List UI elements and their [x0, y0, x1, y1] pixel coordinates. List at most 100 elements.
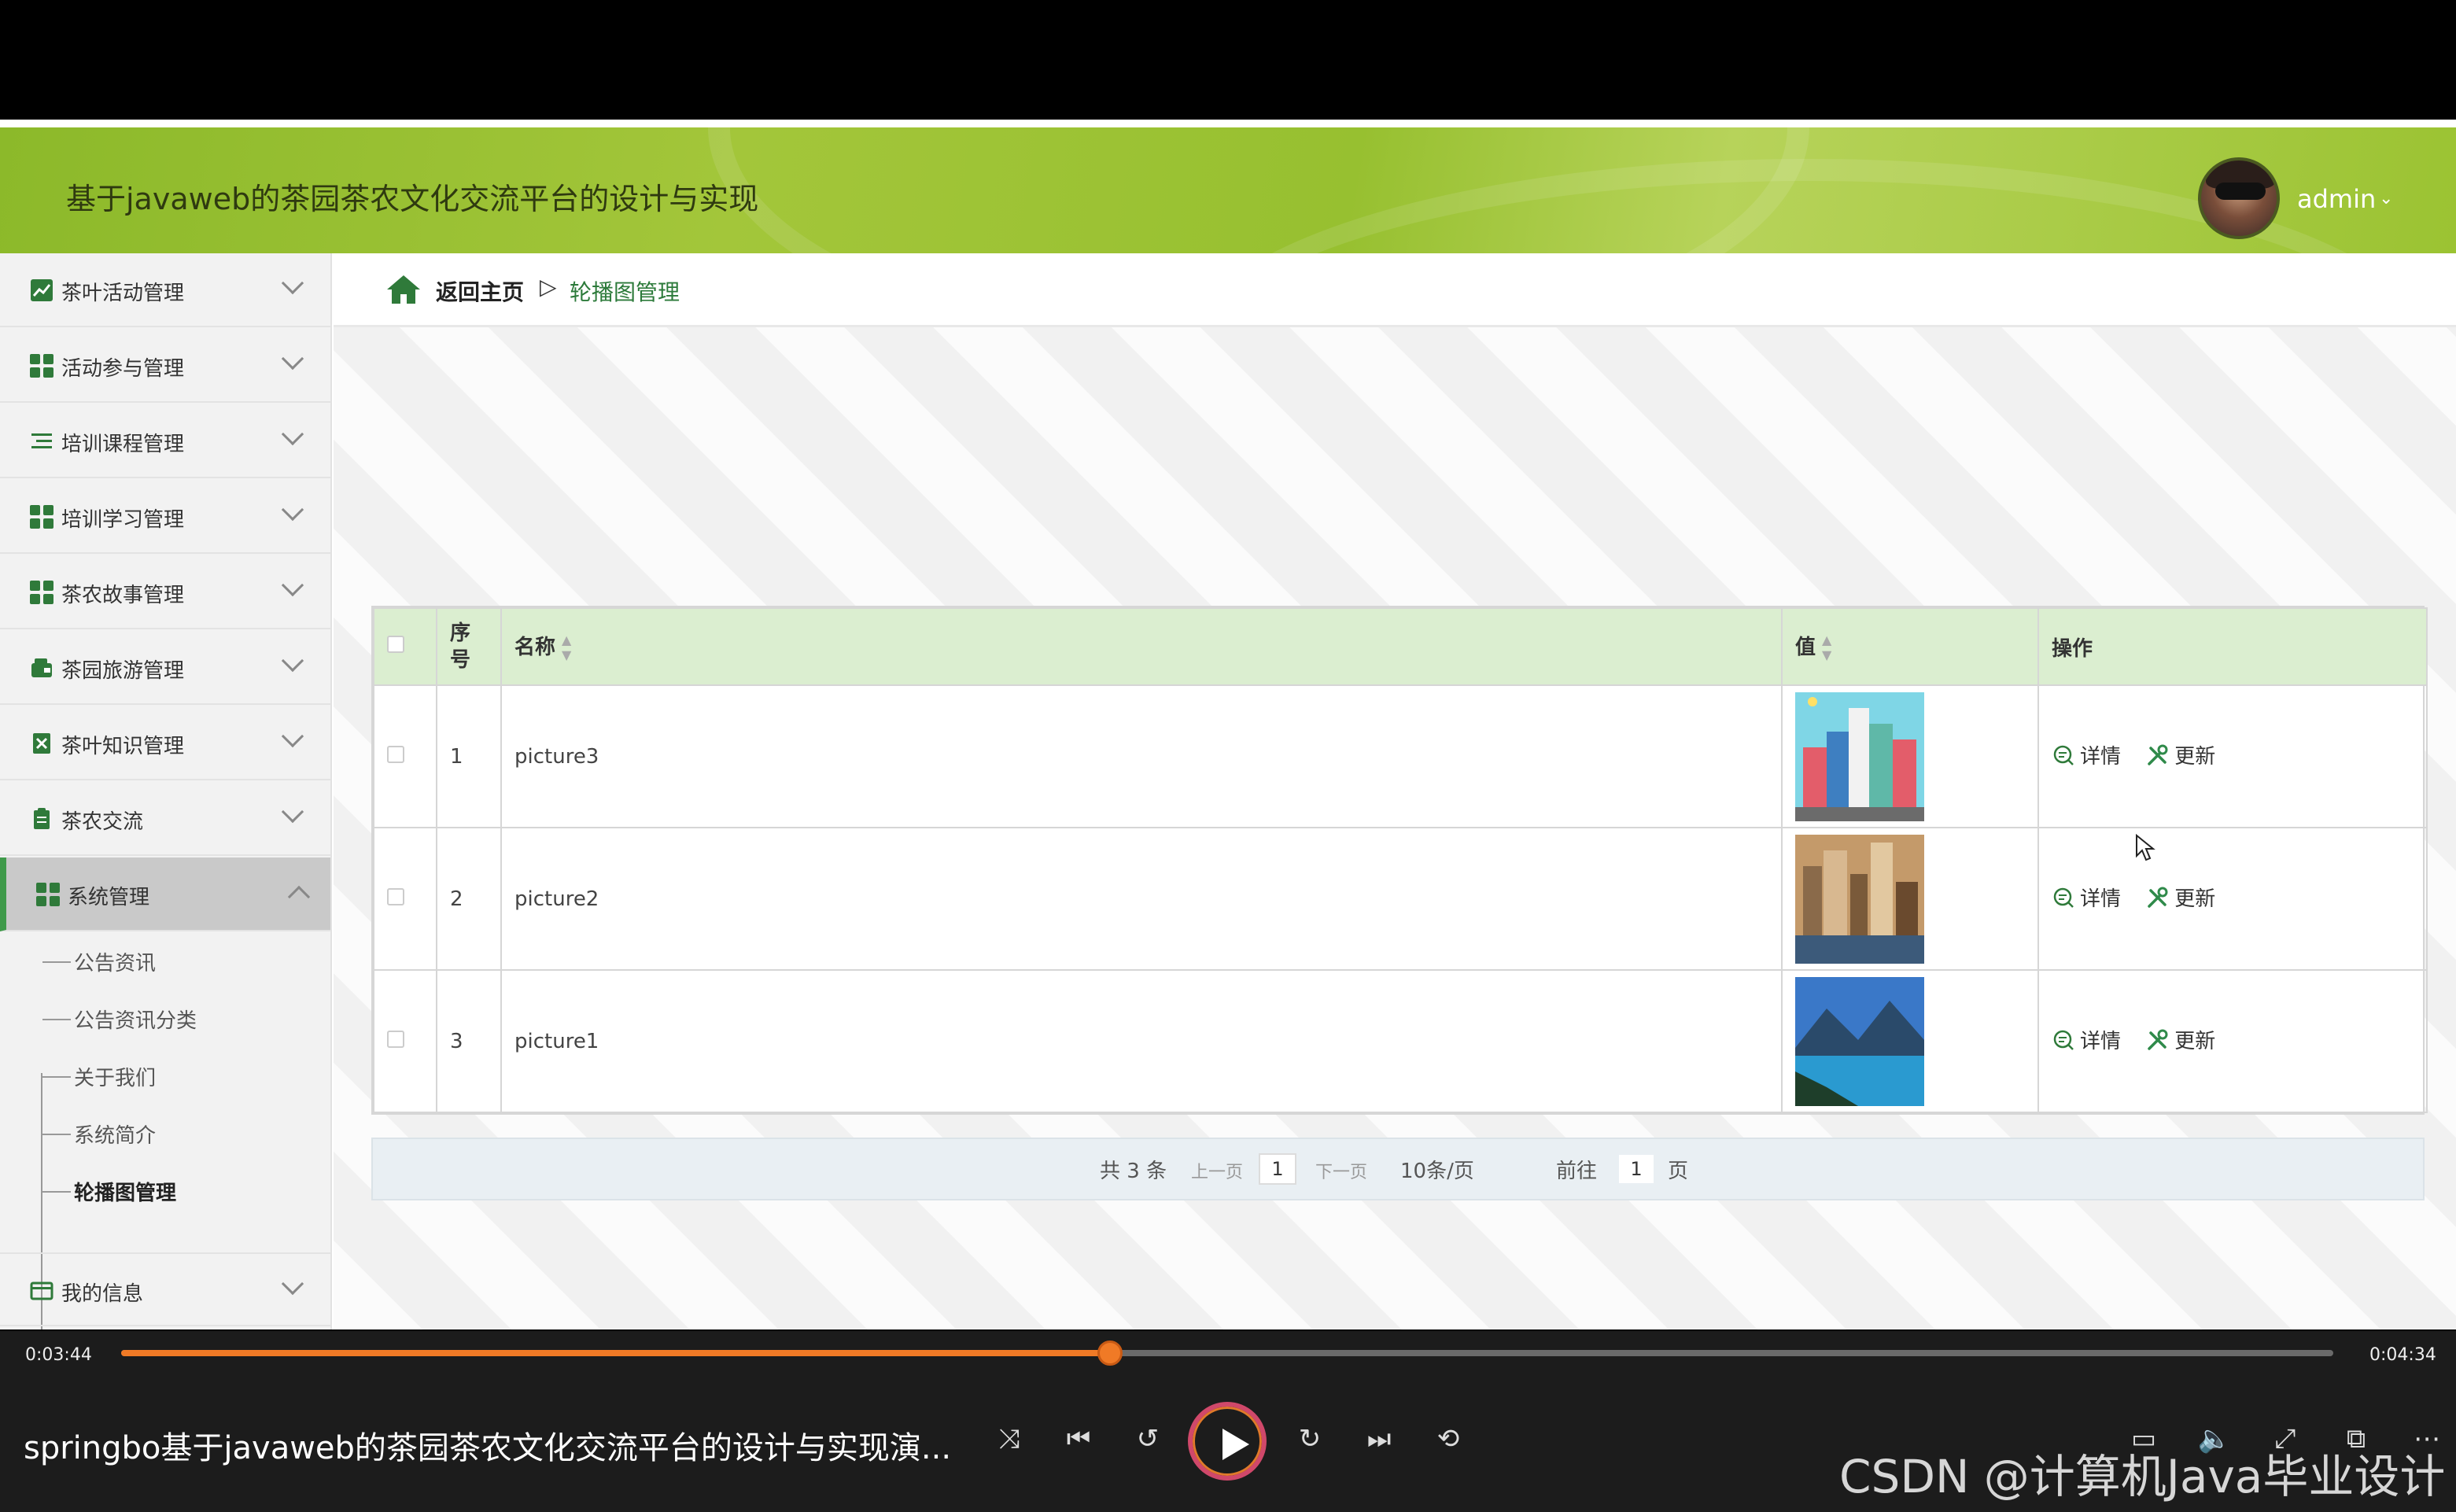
submenu-item-announcements[interactable]: 公告资讯: [42, 946, 326, 977]
sidebar-item-label: 茶叶知识管理: [61, 735, 185, 758]
chevron-down-icon: [281, 1272, 304, 1296]
update-button[interactable]: 更新: [2146, 883, 2215, 912]
sort-icon[interactable]: ▲ ▼: [1822, 632, 1831, 662]
sidebar-item-tea-tourism[interactable]: 茶园旅游管理: [0, 631, 330, 705]
table-header-row: 序号 名称 ▲ ▼ 值 ▲ ▼ 操作: [373, 607, 2428, 686]
video-player-controls: 0:03:44 0:04:34 springbo基于javaweb的茶园茶农文化…: [0, 1331, 2456, 1512]
city-skyline-photo[interactable]: [1795, 834, 1924, 964]
submenu-item-announcement-category[interactable]: 公告资讯分类: [42, 1003, 326, 1034]
card-icon: [30, 1279, 53, 1303]
grid-icon: [30, 354, 53, 378]
mountain-lake-photo[interactable]: [1795, 976, 1924, 1106]
chevron-down-icon[interactable]: ⌄: [2379, 189, 2393, 208]
top-header: 基于javaweb的茶园茶农文化交流平台的设计与实现 admin ⌄: [0, 120, 2456, 552]
progress-knob[interactable]: [1097, 1341, 1123, 1366]
table-row: 3 picture1 详情 更新: [373, 969, 2428, 1113]
web-app: 基于javaweb的茶园茶农文化交流平台的设计与实现 admin ⌄ 茶叶活动管…: [0, 120, 2456, 1329]
previous-icon[interactable]: ⏮: [1059, 1419, 1098, 1459]
list-icon: [30, 430, 53, 453]
magnify-icon: [2053, 887, 2074, 908]
sidebar-item-farmer-story[interactable]: 茶农故事管理: [0, 555, 330, 629]
csdn-watermark: CSDN @计算机Java毕业设计: [1839, 1450, 2446, 1503]
sidebar-item-training-study[interactable]: 培训学习管理: [0, 480, 330, 554]
rewind-10-icon[interactable]: ↺: [1128, 1419, 1167, 1459]
chevron-up-icon: [287, 885, 311, 909]
play-button[interactable]: [1188, 1402, 1267, 1481]
carousel-table: 序号 名称 ▲ ▼ 值 ▲ ▼ 操作 1 picture3 详情 更新 2 pi…: [371, 606, 2428, 1115]
row-name: picture3: [500, 684, 1783, 828]
home-icon[interactable]: [385, 274, 422, 305]
wallet-icon: [30, 656, 53, 680]
clipboard-icon: [30, 807, 53, 831]
forward-30-icon[interactable]: ↻: [1290, 1419, 1329, 1459]
sidebar-item-label: 系统管理: [68, 886, 150, 909]
submenu-item-system-intro[interactable]: 系统简介: [42, 1118, 326, 1149]
sidebar-item-system-management[interactable]: 系统管理: [0, 857, 330, 931]
progress-fill: [121, 1350, 1110, 1356]
prev-page-button[interactable]: 上一页: [1191, 1158, 1243, 1183]
sidebar-item-farmer-exchange[interactable]: 茶农交流: [0, 782, 330, 856]
sort-icon[interactable]: ▲ ▼: [562, 632, 571, 662]
update-button[interactable]: 更新: [2146, 740, 2215, 769]
table-row: 2 picture2 详情 更新: [373, 827, 2428, 971]
shuffle-icon[interactable]: ⤨: [990, 1419, 1029, 1459]
submenu-item-about-us[interactable]: 关于我们: [42, 1060, 326, 1092]
column-header-value[interactable]: 值 ▲ ▼: [1781, 607, 2039, 686]
progress-track[interactable]: [121, 1341, 2333, 1366]
row-checkbox[interactable]: [387, 887, 404, 905]
breadcrumb-separator: ▷: [540, 274, 557, 300]
chevron-down-icon: [281, 800, 304, 824]
sidebar-item-label: 茶农交流: [61, 810, 144, 834]
submenu-item-label: 公告资讯分类: [74, 1009, 197, 1033]
next-page-button[interactable]: 下一页: [1315, 1158, 1367, 1183]
chart-icon: [30, 278, 53, 302]
row-checkbox[interactable]: [387, 745, 404, 763]
page-size-select[interactable]: 10条/页: [1400, 1155, 1474, 1184]
user-menu-label[interactable]: admin: [2297, 184, 2376, 214]
row-index: 3: [436, 969, 502, 1113]
pagination: 共 3 条 上一页 1 下一页 10条/页 前往 1 页: [371, 1138, 2425, 1200]
update-button-label: 更新: [2174, 1030, 2216, 1054]
sidebar-item-label: 培训课程管理: [61, 433, 185, 456]
chevron-down-icon: [281, 498, 304, 522]
sidebar-item-tea-knowledge[interactable]: 茶叶知识管理: [0, 706, 330, 780]
city-illustration-image[interactable]: [1795, 691, 1924, 821]
goto-label: 前往: [1556, 1160, 1598, 1183]
screen: 基于javaweb的茶园茶农文化交流平台的设计与实现 admin ⌄ 茶叶活动管…: [0, 0, 2456, 1512]
pagination-total: 共 3 条: [1100, 1160, 1167, 1183]
breadcrumb-home-link[interactable]: 返回主页: [436, 275, 524, 307]
submenu-item-carousel-management[interactable]: 轮播图管理: [42, 1175, 326, 1207]
detail-button-label: 详情: [2080, 745, 2122, 769]
update-button-label: 更新: [2174, 745, 2216, 769]
page-number-current[interactable]: 1: [1259, 1153, 1296, 1185]
wrench-icon: [2148, 744, 2168, 765]
total-time: 0:04:34: [2369, 1345, 2436, 1365]
column-header-name[interactable]: 名称 ▲ ▼: [500, 607, 1783, 686]
next-icon[interactable]: ⏭: [1359, 1419, 1399, 1459]
goto-suffix: 页: [1668, 1160, 1689, 1183]
sidebar-item-activity-join[interactable]: 活动参与管理: [0, 329, 330, 403]
grid-icon: [30, 505, 53, 529]
detail-button[interactable]: 详情: [2052, 1025, 2121, 1054]
update-button[interactable]: 更新: [2146, 1025, 2215, 1054]
magnify-icon: [2053, 745, 2074, 765]
avatar[interactable]: [2198, 157, 2280, 239]
app-title: 基于javaweb的茶园茶农文化交流平台的设计与实现: [66, 182, 759, 216]
goto-page-input[interactable]: 1: [1617, 1153, 1655, 1185]
chevron-down-icon: [281, 347, 304, 371]
row-checkbox[interactable]: [387, 1030, 404, 1048]
sidebar-item-label: 活动参与管理: [61, 357, 185, 381]
detail-button-label: 详情: [2080, 1030, 2122, 1054]
column-header-actions: 操作: [2037, 607, 2428, 686]
detail-button[interactable]: 详情: [2052, 740, 2121, 769]
submenu-item-label: 公告资讯: [74, 952, 157, 975]
sidebar-item-training-course[interactable]: 培训课程管理: [0, 404, 330, 478]
sidebar-item-label: 茶园旅游管理: [61, 659, 185, 683]
sidebar-item-my-info[interactable]: 我的信息: [0, 1252, 330, 1326]
detail-button[interactable]: 详情: [2052, 883, 2121, 912]
magnify-icon: [2053, 1030, 2074, 1050]
chevron-down-icon: [281, 649, 304, 673]
select-all-checkbox[interactable]: [387, 636, 404, 653]
sidebar-item-tea-activity[interactable]: 茶叶活动管理: [0, 253, 330, 327]
repeat-icon[interactable]: ⟲: [1429, 1419, 1468, 1459]
